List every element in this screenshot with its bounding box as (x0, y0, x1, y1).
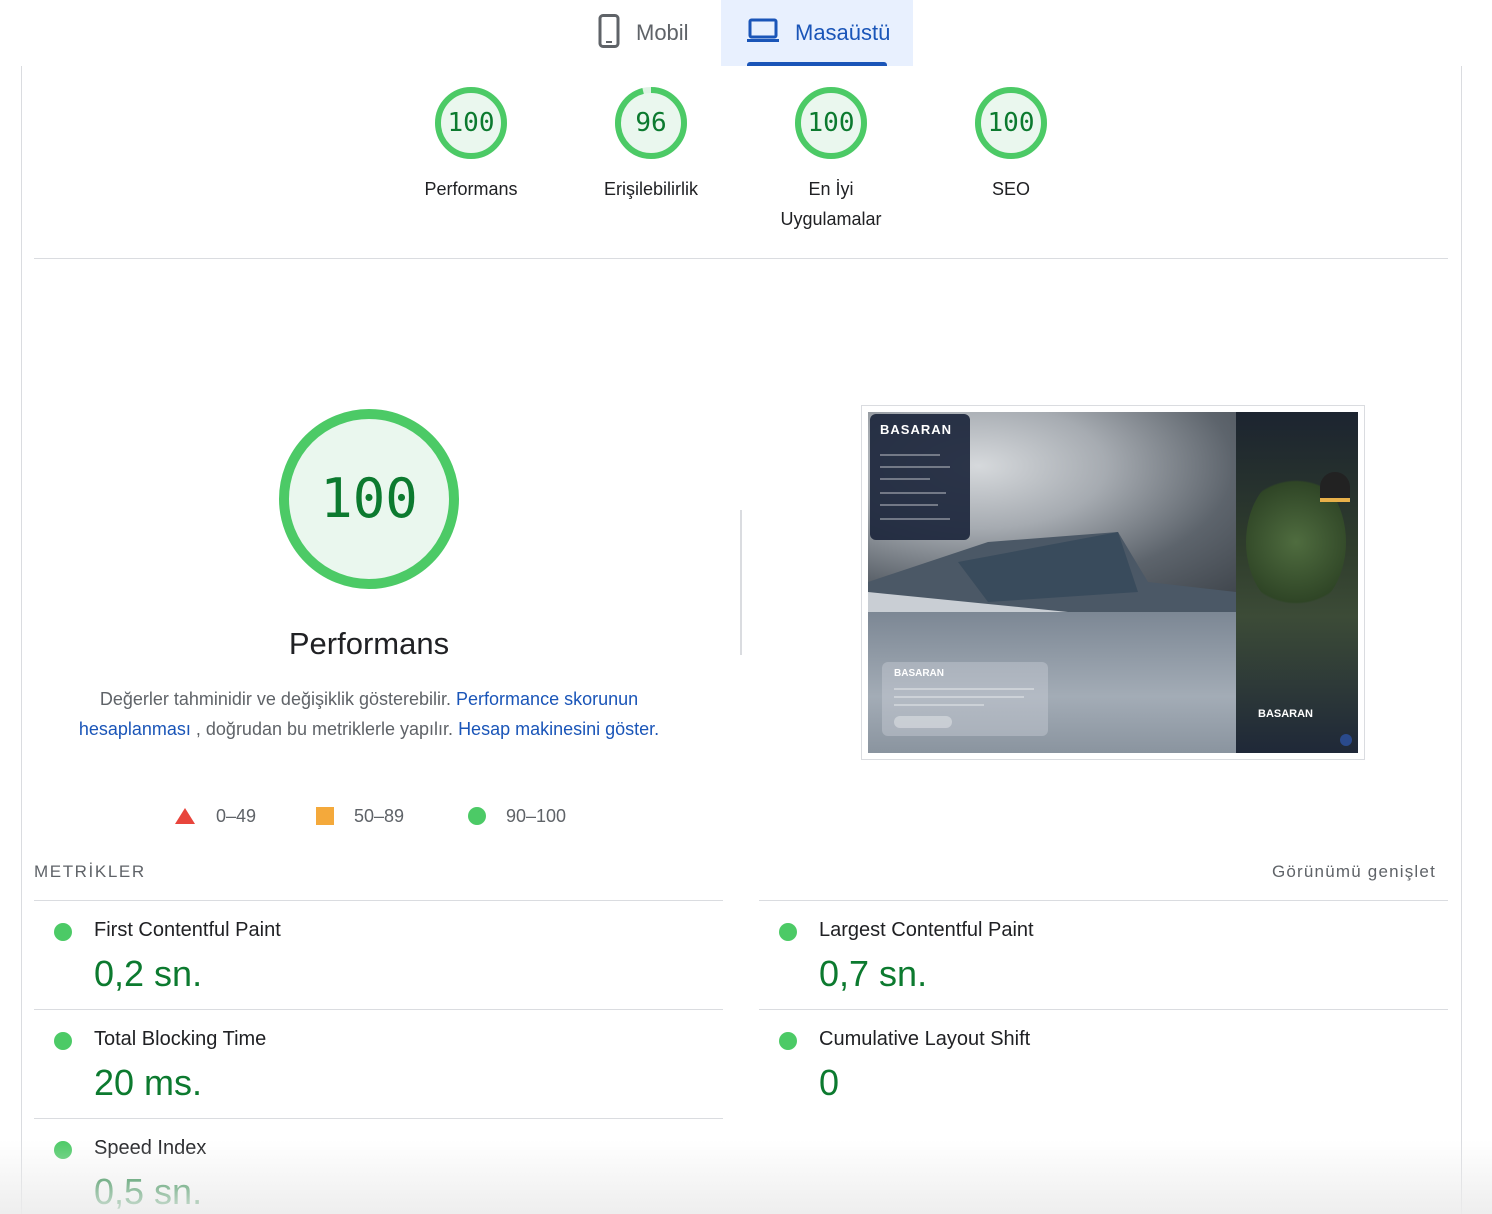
legend-range: 0–49 (216, 805, 257, 826)
gauge-accessibility[interactable]: 96 Erişilebilirlik (561, 86, 741, 204)
screenshot-logo: BASARAN (1258, 708, 1313, 720)
screenshot-logo: BASARAN (894, 668, 944, 679)
pass-dot-icon (54, 923, 72, 941)
circle-icon (468, 807, 486, 825)
gauge-label: Performans (424, 179, 518, 199)
pass-dot-icon (779, 923, 797, 941)
metric-name: Total Blocking Time (94, 1028, 267, 1050)
page-screenshot[interactable]: BASARAN BASARAN BASARAN (861, 405, 1365, 760)
vertical-divider (740, 510, 742, 655)
legend-pass: 90–100 (468, 802, 566, 830)
gauge-best-practices[interactable]: 100 En İyi Uygulamalar (741, 86, 921, 234)
tab-desktop[interactable]: Masaüstü (721, 0, 913, 66)
section-divider (34, 258, 1448, 259)
performance-title: Performans (288, 626, 450, 661)
pass-dot-icon (54, 1141, 72, 1159)
metric-name: First Contentful Paint (94, 919, 281, 941)
gauge-seo[interactable]: 100 SEO (921, 86, 1101, 204)
metric-tbt: Total Blocking Time 20 ms. (34, 1009, 723, 1118)
laptop-icon (747, 18, 779, 49)
gauge-label: SEO (991, 179, 1030, 199)
tab-mobile-label: Mobil (636, 20, 689, 45)
expand-view-button[interactable]: Görünümü genişlet (1272, 862, 1436, 882)
metric-cls: Cumulative Layout Shift 0 (759, 1009, 1448, 1118)
metric-name: Speed Index (94, 1137, 207, 1159)
metric-speed-index: Speed Index 0,5 sn. (34, 1118, 723, 1214)
desc-text: , doğrudan bu metriklerle yapılır. (195, 719, 454, 739)
tab-mobile[interactable]: Mobil (576, 0, 721, 66)
metric-value: 20 ms. (94, 1062, 203, 1103)
pass-dot-icon (54, 1032, 72, 1050)
metric-name: Largest Contentful Paint (819, 919, 1034, 941)
gauge-ring: 96 (614, 86, 688, 160)
legend-average: 50–89 (316, 802, 404, 830)
metric-value: 0,7 sn. (819, 953, 928, 994)
gauge-score: 100 (447, 108, 495, 138)
metric-value: 0 (819, 1062, 840, 1103)
tab-desktop-label: Masaüstü (795, 20, 891, 45)
metric-name: Cumulative Layout Shift (819, 1028, 1031, 1050)
gauge-ring: 100 (974, 86, 1048, 160)
gauge-performance[interactable]: 100 Performans (381, 86, 561, 204)
metric-value: 0,2 sn. (94, 953, 203, 994)
gauge-score: 96 (635, 108, 667, 138)
performance-description: Değerler tahminidir ve değişiklik göster… (70, 684, 668, 744)
gauge-ring: 100 (794, 86, 868, 160)
device-tabs: Mobil Masaüstü (576, 0, 913, 66)
metrics-heading: METRİKLER (34, 862, 146, 881)
performance-gauge-large: 100 (278, 408, 460, 590)
screenshot-image: BASARAN BASARAN BASARAN (868, 412, 1358, 753)
metric-value: 0,5 sn. (94, 1171, 203, 1212)
legend-fail: 0–49 (174, 802, 256, 830)
gauge-score: 100 (807, 108, 855, 138)
desc-text: Değerler tahminidir ve değişiklik göster… (99, 689, 452, 709)
gauge-ring: 100 (434, 86, 508, 160)
gauge-label: Erişilebilirlik (603, 179, 698, 199)
calculator-link[interactable]: Hesap makinesini göster. (458, 719, 659, 739)
metric-lcp: Largest Contentful Paint 0,7 sn. (759, 900, 1448, 1009)
performance-score: 100 (320, 467, 418, 530)
phone-icon (598, 13, 620, 53)
score-legend: 0–49 50–89 90–100 (174, 802, 594, 830)
gauge-score: 100 (987, 108, 1035, 138)
legend-range: 50–89 (354, 805, 405, 826)
triangle-icon (175, 808, 195, 824)
screenshot-logo: BASARAN (880, 422, 952, 437)
category-gauges: 100 Performans 96 Erişilebilirlik 100 En… (381, 86, 1101, 236)
metric-fcp: First Contentful Paint 0,2 sn. (34, 900, 723, 1009)
square-icon (316, 807, 334, 825)
gauge-label: En İyi Uygulamalar (780, 179, 882, 229)
legend-range: 90–100 (506, 805, 567, 826)
pass-dot-icon (779, 1032, 797, 1050)
